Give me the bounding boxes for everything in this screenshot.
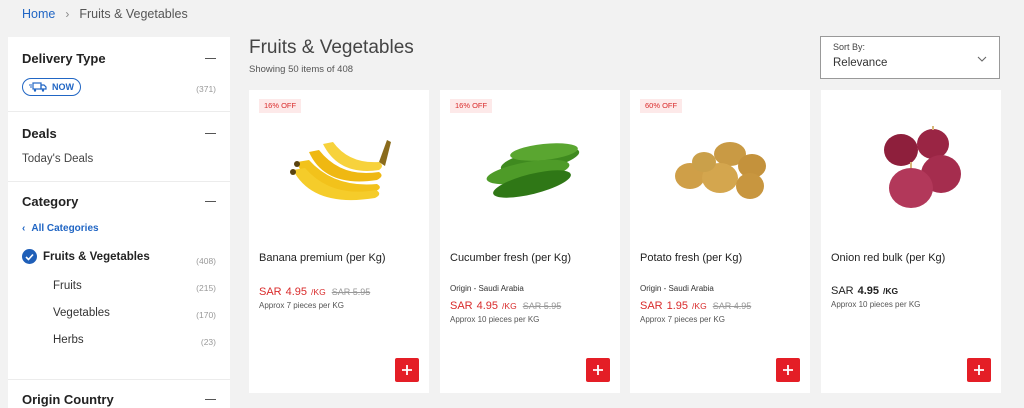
sort-dropdown[interactable]: Sort By: Relevance [820,36,1000,79]
delivery-van-icon [29,82,47,92]
category-fruits-vegetables[interactable]: Fruits & Vegetables [22,249,150,264]
product-price: SAR 4.95/KG SAR 5.95 [450,300,561,312]
results-count: Showing 50 items of 408 [249,64,354,75]
origin-country-title: Origin Country [22,392,114,407]
onion-image [884,126,961,208]
price-unit: /KG [883,286,899,296]
all-categories-link[interactable]: ‹ All Categories [22,223,99,234]
subcategory-herbs[interactable]: Herbs [53,334,84,346]
add-to-cart-button[interactable] [395,358,419,382]
price-value: 4.95 [857,285,880,297]
delivery-now-label: NOW [52,82,74,92]
product-name[interactable]: Onion red bulk (per Kg) [831,252,945,264]
add-to-cart-button[interactable] [776,358,800,382]
product-card-banana[interactable]: 16% OFF Banana premium (per Kg) SAR 4.95… [249,90,429,393]
product-name[interactable]: Potato fresh (per Kg) [640,252,742,264]
price-unit: /KG [311,287,326,297]
price-value: 4.95 [285,286,308,298]
delivery-now-filter[interactable]: NOW [22,78,81,96]
approx-pieces: Approx 7 pieces per KG [259,301,344,310]
subcategory-vegetables[interactable]: Vegetables [53,307,110,319]
chevron-down-icon [977,56,987,62]
add-to-cart-button[interactable] [586,358,610,382]
product-price: SAR 1.95/KG SAR 4.95 [640,300,751,312]
category-selected-label: Fruits & Vegetables [43,250,150,263]
category-title: Category [22,194,79,209]
breadcrumb-home-link[interactable]: Home [22,7,55,21]
category-selected-count: (408) [196,256,216,266]
product-name[interactable]: Banana premium (per Kg) [259,252,386,264]
product-origin: Origin - Saudi Arabia [450,284,524,293]
check-icon [22,249,37,264]
price-currency: SAR [831,285,854,297]
collapse-icon[interactable] [205,57,216,60]
price-unit: /KG [502,301,517,311]
price-currency: SAR [450,300,473,312]
discount-badge: 16% OFF [450,99,493,113]
subcategory-count: (23) [200,337,216,347]
old-price: SAR 5.95 [331,287,371,297]
cucumber-image [486,143,580,198]
price-value: 4.95 [476,300,499,312]
product-card-onion[interactable]: Onion red bulk (per Kg) SAR 4.95/KG Appr… [821,90,1001,393]
discount-badge: 16% OFF [259,99,302,113]
deals-section: Deals Today's Deals [8,112,230,182]
page-title: Fruits & Vegetables [249,37,414,58]
product-card-potato[interactable]: 60% OFF Potato fresh (per Kg) Origin - S… [630,90,810,393]
breadcrumb-current: Fruits & Vegetables [79,7,188,21]
banana-image [290,140,391,201]
breadcrumb: Home › Fruits & Vegetables [22,7,188,21]
plus-icon [593,365,603,375]
collapse-icon[interactable] [205,398,216,401]
sort-value: Relevance [833,57,888,69]
price-unit: /KG [692,301,707,311]
origin-country-section: Origin Country [8,380,230,408]
add-to-cart-button[interactable] [967,358,991,382]
sort-label: Sort By: [833,42,866,52]
todays-deals-link[interactable]: Today's Deals [22,153,93,165]
plus-icon [402,365,412,375]
delivery-type-section: Delivery Type NOW (371) [8,37,230,112]
potato-image [675,142,766,199]
subcategory-count: (170) [196,310,216,320]
product-name[interactable]: Cucumber fresh (per Kg) [450,252,571,264]
delivery-now-count: (371) [196,84,216,94]
product-card-cucumber[interactable]: 16% OFF Cucumber fresh (per Kg) Origin -… [440,90,620,393]
price-value: 1.95 [666,300,689,312]
chevron-left-icon: ‹ [22,223,26,234]
subcategory-fruits[interactable]: Fruits [53,280,82,292]
product-price: SAR 4.95/KG [831,285,898,297]
price-currency: SAR [259,286,282,298]
price-currency: SAR [640,300,663,312]
category-section: Category ‹ All Categories Fruits & Veget… [8,182,230,380]
collapse-icon[interactable] [205,200,216,203]
approx-pieces: Approx 10 pieces per KG [831,300,921,309]
collapse-icon[interactable] [205,132,216,135]
old-price: SAR 5.95 [522,301,562,311]
product-origin: Origin - Saudi Arabia [640,284,714,293]
chevron-right-icon: › [65,7,70,21]
old-price: SAR 4.95 [712,301,752,311]
plus-icon [974,365,984,375]
product-price: SAR 4.95/KG SAR 5.95 [259,286,370,298]
discount-badge: 60% OFF [640,99,683,113]
approx-pieces: Approx 10 pieces per KG [450,315,540,324]
plus-icon [783,365,793,375]
approx-pieces: Approx 7 pieces per KG [640,315,725,324]
subcategory-count: (215) [196,283,216,293]
deals-title: Deals [22,126,57,141]
all-categories-label: All Categories [31,223,99,234]
delivery-type-title: Delivery Type [22,51,106,66]
filter-sidebar: Delivery Type NOW (371) Deals Today's De… [8,37,230,408]
